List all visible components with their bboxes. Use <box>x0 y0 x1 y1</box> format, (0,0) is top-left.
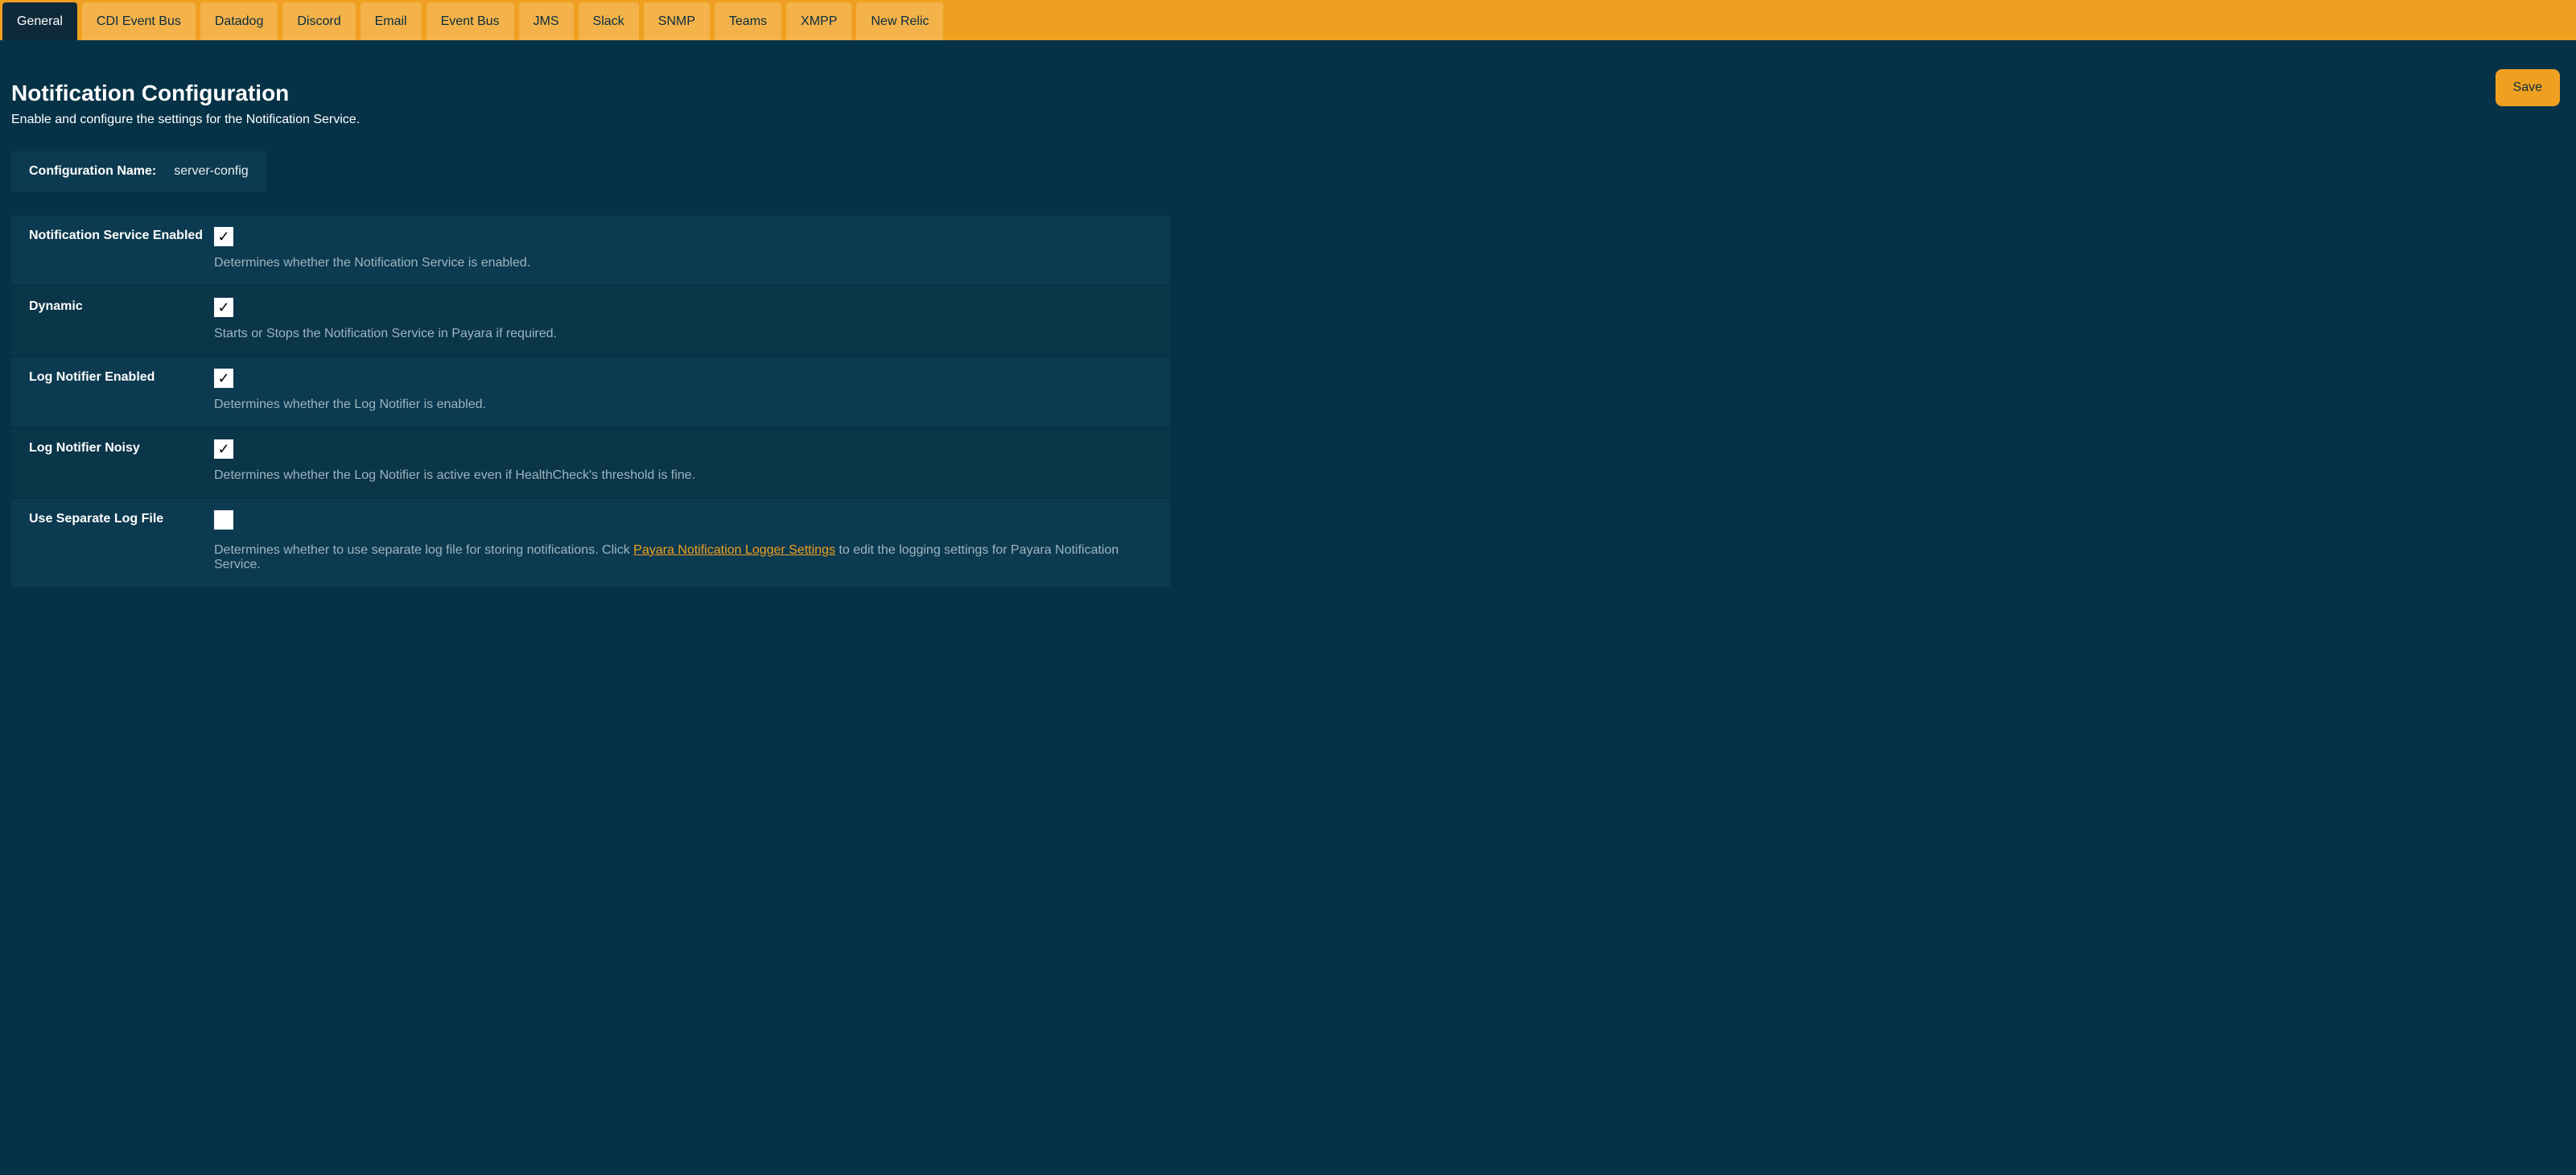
tab-email[interactable]: Email <box>361 2 422 40</box>
config-name-label: Configuration Name: <box>29 164 156 179</box>
setting-description: Determines whether the Log Notifier is a… <box>214 468 1152 483</box>
settings-table: Notification Service Enabled✓Determines … <box>11 214 1170 587</box>
config-name-box: Configuration Name: server-config <box>11 151 266 192</box>
tab-datadog[interactable]: Datadog <box>200 2 278 40</box>
checkbox[interactable]: ✓ <box>214 369 233 388</box>
config-name-value: server-config <box>174 164 248 179</box>
notification-logger-settings-link[interactable]: Payara Notification Logger Settings <box>633 543 835 557</box>
checkbox[interactable] <box>214 510 233 530</box>
tab-jms[interactable]: JMS <box>519 2 574 40</box>
setting-control: ✓ Determines whether the Log Notifier is … <box>214 369 1152 412</box>
tab-new-relic[interactable]: New Relic <box>856 2 943 40</box>
setting-description: Determines whether to use separate log f… <box>214 543 1152 572</box>
setting-label: Log Notifier Noisy <box>29 439 214 456</box>
setting-label: Log Notifier Enabled <box>29 369 214 385</box>
checkbox[interactable]: ✓ <box>214 227 233 246</box>
setting-description: Determines whether the Log Notifier is e… <box>214 398 1152 412</box>
setting-description-text: Determines whether the Log Notifier is e… <box>214 398 486 411</box>
setting-control: ✓ Starts or Stops the Notification Servic… <box>214 298 1152 341</box>
tab-slack[interactable]: Slack <box>579 2 639 40</box>
setting-row: Log Notifier Noisy✓ Determines whether th… <box>11 427 1170 497</box>
setting-description-text: Starts or Stops the Notification Service… <box>214 327 557 340</box>
tab-discord[interactable]: Discord <box>282 2 355 40</box>
checkbox[interactable]: ✓ <box>214 298 233 317</box>
tab-xmpp[interactable]: XMPP <box>786 2 851 40</box>
setting-label: Use Separate Log File <box>29 510 214 526</box>
tab-cdi-event-bus[interactable]: CDI Event Bus <box>82 2 196 40</box>
setting-row: Log Notifier Enabled✓ Determines whether … <box>11 356 1170 427</box>
tab-general[interactable]: General <box>2 2 77 40</box>
setting-description-text: Determines whether the Log Notifier is a… <box>214 468 695 482</box>
setting-row: Use Separate Log File Determines whether … <box>11 497 1170 587</box>
setting-description-text: Determines whether to use separate log f… <box>214 543 633 557</box>
page-title: Notification Configuration <box>11 80 360 106</box>
tab-event-bus[interactable]: Event Bus <box>427 2 514 40</box>
tab-snmp[interactable]: SNMP <box>644 2 710 40</box>
setting-label: Notification Service Enabled <box>29 227 214 243</box>
setting-description: Determines whether the Notification Serv… <box>214 256 1152 270</box>
setting-description-text: Determines whether the Notification Serv… <box>214 256 530 270</box>
checkbox[interactable]: ✓ <box>214 439 233 459</box>
tab-bar: GeneralCDI Event BusDatadogDiscordEmailE… <box>0 0 2576 40</box>
setting-description: Starts or Stops the Notification Service… <box>214 327 1152 341</box>
tab-teams[interactable]: Teams <box>715 2 781 40</box>
save-button[interactable]: Save <box>2496 69 2560 106</box>
page-body: Notification Configuration Enable and co… <box>0 40 2576 611</box>
setting-control: ✓ Determines whether the Log Notifier is … <box>214 439 1152 483</box>
setting-control: Determines whether to use separate log f… <box>214 510 1152 572</box>
setting-label: Dynamic <box>29 298 214 314</box>
setting-control: ✓ Determines whether the Notification Ser… <box>214 227 1152 270</box>
setting-row: Dynamic✓ Starts or Stops the Notification… <box>11 285 1170 356</box>
setting-row: Notification Service Enabled✓ Determines … <box>11 214 1170 285</box>
page-subtitle: Enable and configure the settings for th… <box>11 113 360 127</box>
